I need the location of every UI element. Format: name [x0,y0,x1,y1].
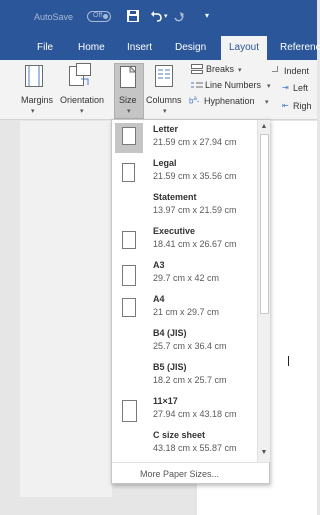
ribbon-layout: Margins ▾ Orientation ▾ Size ▾ Columns ▾ [0,60,317,120]
size-option-name: B5 (JIS) [153,362,187,372]
size-option-letter[interactable]: Letter 21.59 cm x 27.94 cm [112,120,257,154]
size-option-name: Statement [153,192,197,202]
customize-qat-icon[interactable]: ▾ [205,11,209,20]
size-option-a4[interactable]: A4 21 cm x 29.7 cm [112,290,257,324]
size-option-name: A3 [153,260,165,270]
toggle-knob [103,14,108,19]
size-option-b5-jis[interactable]: B5 (JIS) 18.2 cm x 25.7 cm [112,358,257,392]
size-option-name: B4 (JIS) [153,328,187,338]
page-shadow [20,121,112,497]
more-paper-sizes-link[interactable]: More Paper Sizes... [140,469,219,479]
indent-right-icon: ⇤ [282,101,289,110]
size-option-dimensions: 25.7 cm x 36.4 cm [153,341,227,351]
page-thumb-icon [122,127,136,145]
undo-icon[interactable] [150,10,162,22]
hyphenation-icon: ba- [189,96,200,106]
breaks-label: Breaks [206,64,235,74]
size-option-dimensions: 13.97 cm x 21.59 cm [153,205,237,215]
indent-left-label: Left [293,83,309,93]
tab-design[interactable]: Design [175,42,206,53]
chevron-down-icon: ▾ [80,108,84,115]
scroll-down-arrow-icon[interactable]: ▼ [259,448,269,458]
paper-size-list: Letter 21.59 cm x 27.94 cm Legal 21.59 c… [112,120,257,462]
indent-left-icon: ⇥ [282,83,289,92]
size-option-name: Legal [153,158,177,168]
text-cursor [288,356,289,366]
line-numbers-label: Line Numbers [205,80,262,90]
orientation-icon [69,63,91,86]
size-option-name: C size sheet [153,430,206,440]
size-option-a3[interactable]: A3 29.7 cm x 42 cm [112,256,257,290]
chevron-down-icon: ▾ [127,108,131,115]
page-thumb-icon [122,231,136,249]
menu-divider [112,462,269,463]
size-label: Size [119,95,137,105]
size-option-legal[interactable]: Legal 21.59 cm x 35.56 cm [112,154,257,188]
scroll-thumb[interactable] [260,134,269,314]
hyphenation-label: Hyphenation [204,96,255,106]
size-option-dimensions: 18.41 cm x 26.67 cm [153,239,237,249]
page-setup-launcher-icon[interactable] [272,66,278,72]
tab-insert[interactable]: Insert [127,42,152,53]
line-numbers-icon [191,82,203,88]
size-option-dimensions: 27.94 cm x 43.18 cm [153,409,237,419]
size-option-11x17[interactable]: 11×17 27.94 cm x 43.18 cm [112,392,257,426]
page-thumb-icon [122,163,135,182]
size-option-name: Letter [153,124,179,134]
size-option-dimensions: 18.2 cm x 25.7 cm [153,375,227,385]
chevron-down-icon: ▾ [265,99,269,106]
size-option-dimensions: 21.59 cm x 27.94 cm [153,137,237,147]
size-option-dimensions: 21 cm x 29.7 cm [153,307,220,317]
breaks-icon [191,64,203,74]
tab-references[interactable]: Referenc [280,42,320,53]
size-option-name: A4 [153,294,165,304]
size-icon [120,66,136,88]
page-thumb-icon [122,298,136,317]
ribbon-tabs: File Home Insert Design Layout Referenc [0,34,320,60]
size-option-statement[interactable]: Statement 13.97 cm x 21.59 cm [112,188,257,222]
selected-highlight [115,123,143,153]
columns-icon [155,65,173,87]
autosave-label: AutoSave [34,12,74,22]
size-option-dimensions: 43.18 cm x 55.87 cm [153,443,237,453]
redo-icon[interactable] [173,10,185,22]
tab-file[interactable]: File [37,42,53,53]
orientation-label: Orientation [60,95,105,105]
size-option-dimensions: 29.7 cm x 42 cm [153,273,220,283]
size-option-name: Executive [153,226,196,236]
dropdown-scrollbar[interactable]: ▲ ▼ [257,120,270,462]
chevron-down-icon: ▾ [31,108,35,115]
page-thumb-icon [122,265,136,286]
size-option-b4-jis[interactable]: B4 (JIS) 25.7 cm x 36.4 cm [112,324,257,358]
indent-label: Indent [284,66,310,76]
columns-label: Columns [146,95,182,105]
tab-home[interactable]: Home [78,42,105,53]
size-option-executive[interactable]: Executive 18.41 cm x 26.67 cm [112,222,257,256]
size-option-name: 11×17 [153,396,178,406]
size-option-c-size-sheet[interactable]: C size sheet 43.18 cm x 55.87 cm [112,426,257,460]
tab-layout[interactable]: Layout [221,36,268,60]
save-icon[interactable] [127,10,139,22]
chevron-down-icon: ▾ [238,67,242,74]
size-dropdown: Letter 21.59 cm x 27.94 cm Legal 21.59 c… [111,119,270,484]
title-bar: AutoSave Off ▾ ▾ [0,0,317,34]
chevron-down-icon: ▾ [267,83,271,90]
autosave-toggle[interactable]: Off [87,11,111,22]
undo-dropdown-caret[interactable]: ▾ [164,12,168,20]
scroll-up-arrow-icon[interactable]: ▲ [259,122,269,132]
margins-label: Margins [21,95,54,105]
size-option-dimensions: 21.59 cm x 35.56 cm [153,171,237,181]
chevron-down-icon: ▾ [163,108,167,115]
autosave-state: Off [93,12,103,19]
margins-icon [25,65,43,87]
indent-right-label: Righ [293,101,312,111]
page-thumb-icon [122,400,137,422]
